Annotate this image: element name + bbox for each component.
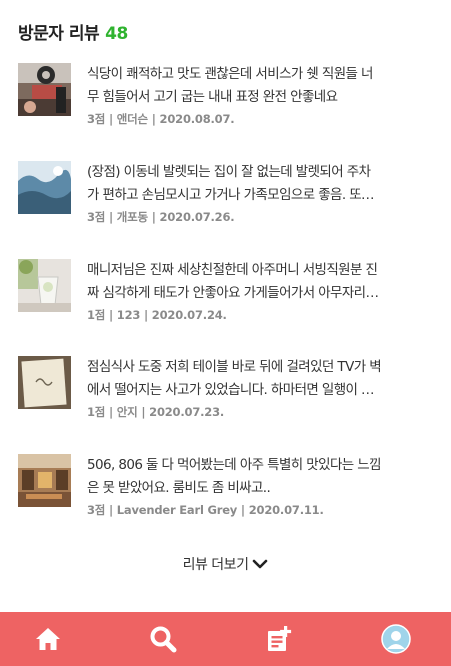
review-text: 506, 806 둘 다 먹어봤는데 아주 특별히 맛있다는 느낌 은 못 받았… [87,454,439,500]
review-item[interactable]: 점심식사 도중 저희 테이블 바로 뒤에 걸려있던 TV가 벽 에서 떨어지는 … [18,356,443,426]
review-text-line: 매니저님은 진짜 세상친절한데 아주머니 서빙직원분 진 [87,262,378,278]
tab-write-review[interactable] [264,624,294,654]
review-text: 식당이 쾌적하고 맛도 괜찮은데 서비스가 쉣 직원들 너 무 힘들어서 고기 … [87,63,439,109]
review-text: 매니저님은 진짜 세상친절한데 아주머니 서빙직원분 진 짜 심각하게 태도가 … [87,259,439,305]
home-icon [36,628,60,650]
review-text-line: 식당이 쾌적하고 맛도 괜찮은데 서비스가 쉣 직원들 너 [87,66,373,82]
review-item[interactable]: 506, 806 둘 다 먹어봤는데 아주 특별히 맛있다는 느낌 은 못 받았… [18,454,443,524]
review-item[interactable]: (장점) 이동네 발렛되는 집이 잘 없는데 발렛되어 주차 가 편하고 손님모… [18,161,443,231]
review-text: 점심식사 도중 저희 테이블 바로 뒤에 걸려있던 TV가 벽 에서 떨어지는 … [87,356,439,402]
review-text-line: 짜 심각하게 태도가 안좋아요 가게들어가서 아무자리… [87,285,379,301]
review-item[interactable]: 식당이 쾌적하고 맛도 괜찮은데 서비스가 쉣 직원들 너 무 힘들어서 고기 … [18,63,443,133]
review-text-line: 에서 떨어지는 사고가 있었습니다. 하마터면 일행이 … [87,382,375,398]
tab-search[interactable] [148,624,178,654]
review-meta: 3점 | 앤더슨 | 2020.08.07. [87,112,235,126]
review-text-line: 무 힘들어서 고기 굽는 내내 표정 완전 안좋네요 [87,89,338,105]
review-meta: 3점 | Lavender Earl Grey | 2020.07.11. [87,503,324,517]
more-reviews-label: 리뷰 더보기 [182,557,249,573]
review-text-line: 506, 806 둘 다 먹어봤는데 아주 특별히 맛있다는 느낌 [87,457,382,473]
review-count: 48 [105,24,128,44]
review-photo[interactable] [18,356,71,409]
review-meta: 1점 | 123 | 2020.07.24. [87,308,227,322]
review-photo[interactable] [18,161,71,214]
review-section-title: 방문자 리뷰 [18,24,100,44]
review-section-header: 방문자 리뷰 48 [18,19,128,44]
review-text: (장점) 이동네 발렛되는 집이 잘 없는데 발렛되어 주차 가 편하고 손님모… [87,161,439,207]
tab-home[interactable] [33,624,63,654]
review-meta: 1점 | 안지 | 2020.07.23. [87,405,225,419]
review-text-line: 가 편하고 손님모시고 가거나 가족모임으로 좋음. 또… [87,187,375,203]
more-reviews-button[interactable]: 리뷰 더보기 [0,554,451,574]
review-photo[interactable] [18,454,71,507]
review-text-line: 점심식사 도중 저희 테이블 바로 뒤에 걸려있던 TV가 벽 [87,359,382,375]
chevron-down-icon [253,559,268,569]
review-item[interactable]: 매니저님은 진짜 세상친절한데 아주머니 서빙직원분 진 짜 심각하게 태도가 … [18,259,443,329]
review-photo[interactable] [18,259,71,312]
review-text-line: (장점) 이동네 발렛되는 집이 잘 없는데 발렛되어 주차 [87,164,371,180]
bottom-tab-bar [0,612,451,666]
tab-profile[interactable] [381,624,411,654]
review-photo[interactable] [18,63,71,116]
search-icon [150,626,177,653]
write-review-icon [268,626,292,651]
profile-avatar-icon [381,624,411,654]
review-text-line: 은 못 받았어요. 룸비도 좀 비싸고.. [87,480,271,496]
review-meta: 3점 | 개포동 | 2020.07.26. [87,210,235,224]
